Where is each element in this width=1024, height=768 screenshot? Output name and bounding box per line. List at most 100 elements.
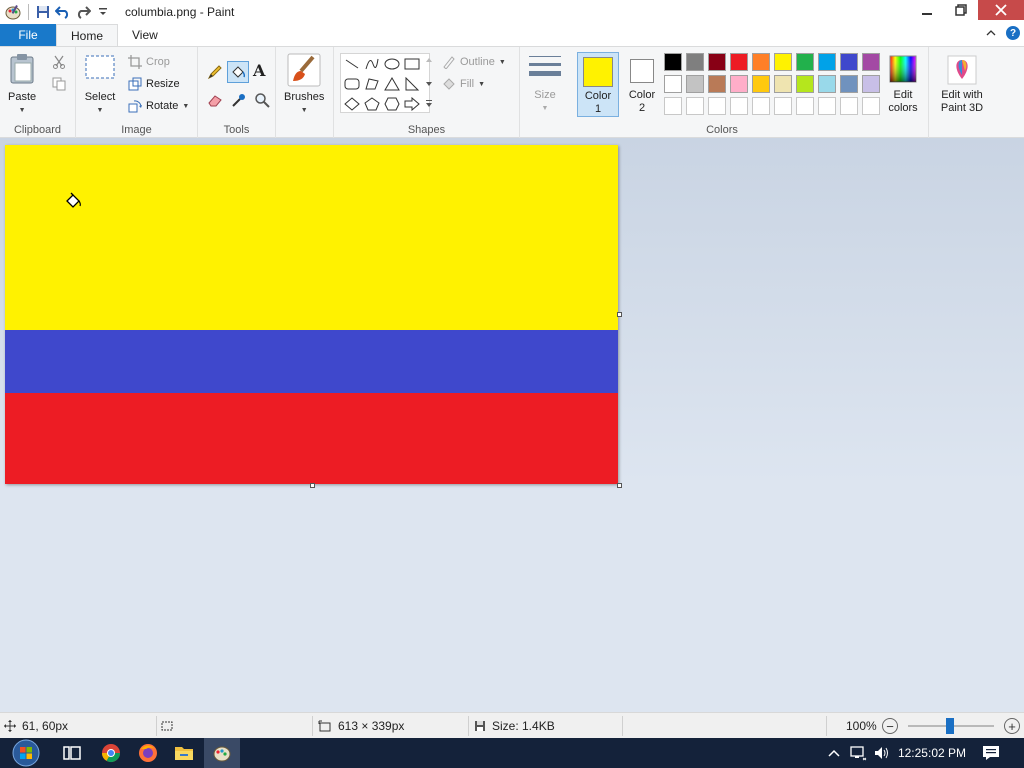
paint-app-icon[interactable] xyxy=(2,1,24,23)
palette-swatch[interactable] xyxy=(840,53,858,71)
taskbar-clock[interactable]: 12:25:02 PM xyxy=(898,738,966,768)
oval-shape-icon[interactable] xyxy=(384,56,400,72)
paint-taskbar-icon[interactable] xyxy=(204,738,240,768)
curve-shape-icon[interactable] xyxy=(364,56,380,72)
resize-button[interactable]: Resize xyxy=(128,75,180,93)
fill-button[interactable]: Fill ▼ xyxy=(442,75,485,93)
color2-button[interactable]: Color 2 xyxy=(621,52,663,117)
palette-swatch[interactable] xyxy=(796,75,814,93)
eraser-icon[interactable] xyxy=(206,91,224,109)
image-canvas[interactable] xyxy=(5,145,618,484)
palette-swatch[interactable] xyxy=(862,97,880,115)
pencil-icon[interactable] xyxy=(206,63,224,81)
color1-button[interactable]: Color 1 xyxy=(577,52,619,117)
customize-quick-access-icon[interactable] xyxy=(93,2,113,22)
palette-swatch[interactable] xyxy=(730,75,748,93)
rounded-rectangle-shape-icon[interactable] xyxy=(344,76,360,92)
palette-swatch[interactable] xyxy=(862,75,880,93)
palette-swatch[interactable] xyxy=(686,53,704,71)
resize-handle-right[interactable] xyxy=(617,312,622,317)
copy-icon[interactable] xyxy=(52,77,66,91)
collapse-ribbon-icon[interactable] xyxy=(986,26,996,40)
palette-swatch[interactable] xyxy=(818,75,836,93)
network-icon[interactable] xyxy=(846,738,870,768)
tab-view[interactable]: View xyxy=(118,24,172,46)
paste-button[interactable]: Paste ▼ xyxy=(8,53,36,117)
maximize-button[interactable] xyxy=(944,0,978,20)
palette-swatch[interactable] xyxy=(774,53,792,71)
palette-swatch[interactable] xyxy=(686,75,704,93)
pentagon-shape-icon[interactable] xyxy=(364,96,380,112)
edit-colors-button[interactable]: Edit colors xyxy=(882,55,924,115)
rotate-dropdown-icon[interactable]: ▼ xyxy=(182,103,189,110)
palette-swatch[interactable] xyxy=(752,53,770,71)
paste-dropdown-icon[interactable]: ▼ xyxy=(19,104,26,117)
task-view-icon[interactable] xyxy=(54,738,90,768)
hexagon-shape-icon[interactable] xyxy=(384,96,400,112)
palette-swatch[interactable] xyxy=(708,53,726,71)
palette-swatch[interactable] xyxy=(796,53,814,71)
palette-swatch[interactable] xyxy=(752,75,770,93)
palette-swatch[interactable] xyxy=(840,97,858,115)
show-hidden-icons[interactable] xyxy=(822,738,846,768)
edit-with-paint3d-button[interactable]: Edit with Paint 3D xyxy=(933,55,991,115)
diamond-shape-icon[interactable] xyxy=(344,96,360,112)
minimize-button[interactable] xyxy=(910,0,944,20)
palette-swatch[interactable] xyxy=(730,53,748,71)
flag-stripe-blue[interactable] xyxy=(5,330,618,393)
palette-swatch[interactable] xyxy=(774,75,792,93)
shapes-scroll-down-icon[interactable] xyxy=(425,81,433,87)
palette-swatch[interactable] xyxy=(818,53,836,71)
palette-swatch[interactable] xyxy=(818,97,836,115)
fill-bucket-icon[interactable] xyxy=(227,61,249,83)
select-button[interactable]: Select ▼ xyxy=(84,53,116,117)
resize-handle-corner[interactable] xyxy=(617,483,622,488)
crop-button[interactable]: Crop xyxy=(128,53,170,71)
right-triangle-shape-icon[interactable] xyxy=(404,76,420,92)
help-icon[interactable]: ? xyxy=(1006,26,1020,40)
palette-swatch[interactable] xyxy=(730,97,748,115)
save-icon[interactable] xyxy=(33,2,53,22)
palette-swatch[interactable] xyxy=(796,97,814,115)
volume-icon[interactable] xyxy=(870,738,894,768)
rectangle-shape-icon[interactable] xyxy=(404,56,420,72)
outline-button[interactable]: Outline ▼ xyxy=(442,53,506,71)
select-dropdown-icon[interactable]: ▼ xyxy=(97,104,104,117)
palette-swatch[interactable] xyxy=(862,53,880,71)
cut-icon[interactable] xyxy=(52,55,66,69)
magnifier-icon[interactable] xyxy=(253,91,271,109)
zoom-slider-thumb[interactable] xyxy=(946,718,954,734)
shapes-scroll-up-icon[interactable] xyxy=(425,57,433,63)
firefox-icon[interactable] xyxy=(130,738,166,768)
polygon-shape-icon[interactable] xyxy=(364,76,380,92)
rotate-button[interactable]: Rotate ▼ xyxy=(128,97,189,115)
arrow-shape-icon[interactable] xyxy=(404,96,420,112)
chrome-icon[interactable] xyxy=(93,738,129,768)
tab-home[interactable]: Home xyxy=(56,24,119,46)
palette-swatch[interactable] xyxy=(774,97,792,115)
notifications-icon[interactable] xyxy=(974,738,1008,768)
brushes-dropdown-icon[interactable]: ▼ xyxy=(301,104,308,117)
brushes-button[interactable]: Brushes ▼ xyxy=(284,53,324,117)
palette-swatch[interactable] xyxy=(664,97,682,115)
resize-handle-bottom[interactable] xyxy=(310,483,315,488)
start-button[interactable] xyxy=(6,738,46,768)
color-picker-icon[interactable] xyxy=(230,91,248,109)
shapes-expand-icon[interactable] xyxy=(425,99,433,109)
palette-swatch[interactable] xyxy=(708,97,726,115)
flag-stripe-yellow[interactable] xyxy=(5,145,618,330)
undo-icon[interactable] xyxy=(53,2,73,22)
redo-icon[interactable] xyxy=(73,2,93,22)
workspace[interactable] xyxy=(0,138,1024,712)
palette-swatch[interactable] xyxy=(708,75,726,93)
palette-swatch[interactable] xyxy=(664,53,682,71)
zoom-in-button[interactable]: + xyxy=(1004,718,1020,734)
file-explorer-icon[interactable] xyxy=(166,738,202,768)
palette-swatch[interactable] xyxy=(752,97,770,115)
palette-swatch[interactable] xyxy=(664,75,682,93)
palette-swatch[interactable] xyxy=(686,97,704,115)
size-button[interactable]: Size ▼ xyxy=(528,53,562,115)
close-button[interactable] xyxy=(978,0,1024,20)
text-tool-icon[interactable]: A xyxy=(253,61,265,80)
line-shape-icon[interactable] xyxy=(344,56,360,72)
